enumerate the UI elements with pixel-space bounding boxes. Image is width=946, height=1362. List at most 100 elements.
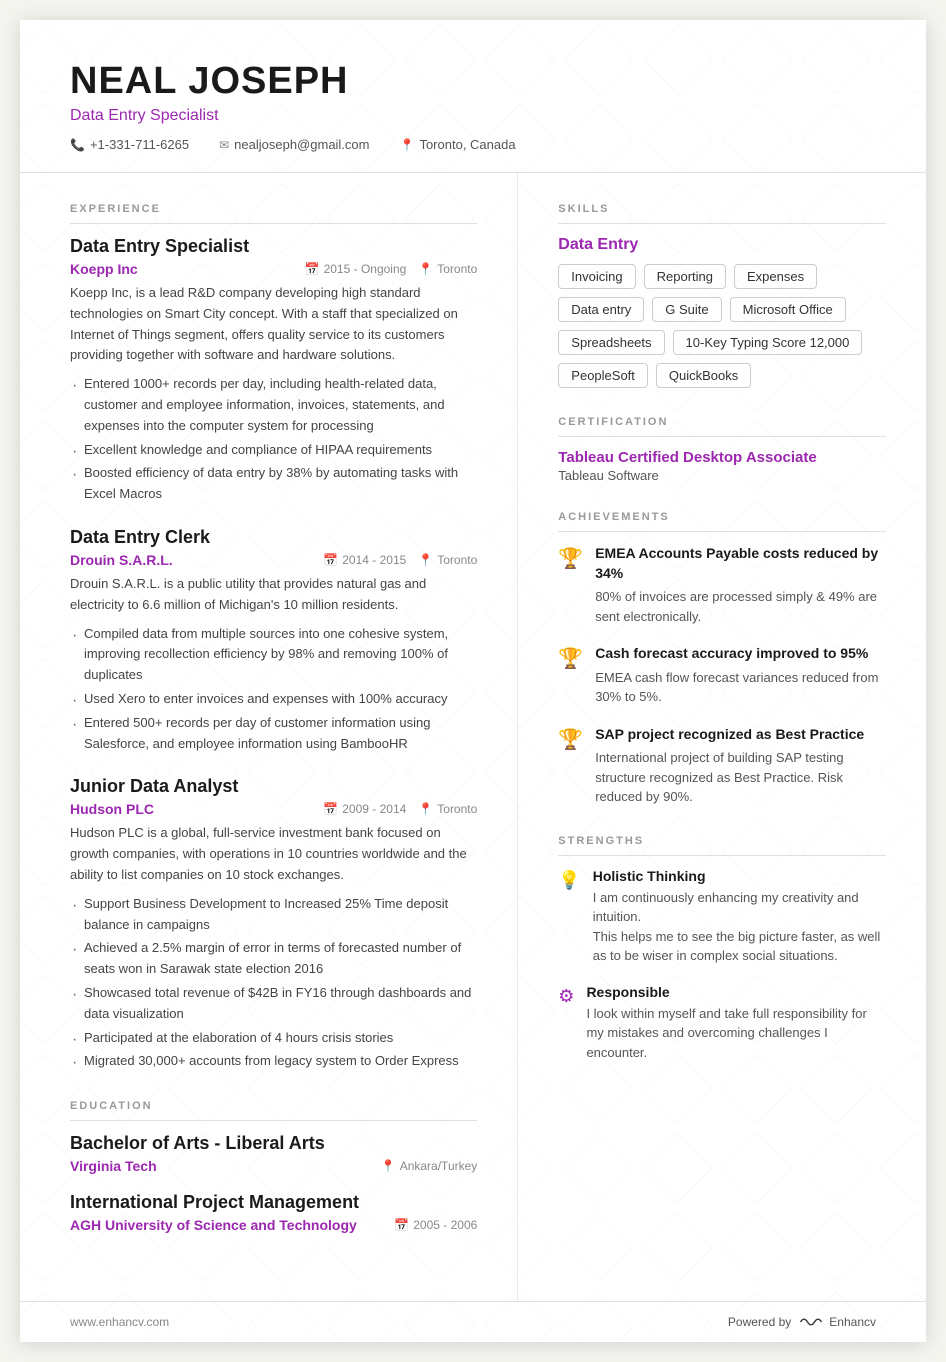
achievement-1-content: EMEA Accounts Payable costs reduced by 3… bbox=[595, 544, 886, 626]
edu-1-school: Virginia Tech bbox=[70, 1158, 157, 1174]
contact-row: 📞 +1-331-711-6265 ✉ nealjoseph@gmail.com… bbox=[70, 137, 876, 152]
skill-quickbooks: QuickBooks bbox=[656, 363, 751, 388]
cert-title: Tableau Certified Desktop Associate bbox=[558, 449, 886, 466]
certification-section-title: CERTIFICATION bbox=[558, 416, 886, 437]
strength-2: ⚙ Responsible I look within myself and t… bbox=[558, 984, 886, 1063]
edu-2-degree: International Project Management bbox=[70, 1192, 477, 1213]
powered-by-text: Powered by bbox=[728, 1315, 791, 1329]
achievement-2-content: Cash forecast accuracy improved to 95% E… bbox=[595, 644, 886, 707]
achievement-3-content: SAP project recognized as Best Practice … bbox=[595, 725, 886, 807]
job-1-location: 📍 Toronto bbox=[418, 262, 477, 276]
achievements-section: ACHIEVEMENTS 🏆 EMEA Accounts Payable cos… bbox=[558, 511, 886, 807]
skill-reporting: Reporting bbox=[644, 264, 726, 289]
strength-2-content: Responsible I look within myself and tak… bbox=[586, 984, 886, 1063]
calendar-icon-1: 📅 bbox=[305, 262, 320, 276]
job-1: Data Entry Specialist Koepp Inc 📅 2015 -… bbox=[70, 236, 477, 505]
email-icon: ✉ bbox=[219, 138, 229, 152]
skills-section: SKILLS Data Entry Invoicing Reporting Ex… bbox=[558, 203, 886, 388]
job-1-period: 📅 2015 - Ongoing bbox=[305, 262, 407, 276]
edu-1-degree: Bachelor of Arts - Liberal Arts bbox=[70, 1133, 477, 1154]
trophy-icon-2: 🏆 bbox=[558, 646, 583, 707]
achievement-2: 🏆 Cash forecast accuracy improved to 95%… bbox=[558, 644, 886, 707]
education-section-title: EDUCATION bbox=[70, 1100, 477, 1121]
certification-section: CERTIFICATION Tableau Certified Desktop … bbox=[558, 416, 886, 483]
brand-name: Enhancv bbox=[829, 1315, 876, 1329]
calendar-icon-edu2: 📅 bbox=[394, 1218, 409, 1232]
gear-person-icon: ⚙ bbox=[558, 986, 574, 1063]
education-section: EDUCATION Bachelor of Arts - Liberal Art… bbox=[70, 1100, 477, 1233]
bullet-item: Entered 1000+ records per day, including… bbox=[70, 374, 477, 436]
job-2-company: Drouin S.A.R.L. bbox=[70, 552, 173, 568]
bullet-item: Boosted efficiency of data entry by 38% … bbox=[70, 463, 477, 505]
location-icon-1: 📍 bbox=[418, 262, 433, 276]
job-3-period: 📅 2009 - 2014 bbox=[323, 802, 406, 816]
job-1-company-row: Koepp Inc 📅 2015 - Ongoing 📍 Toronto bbox=[70, 261, 477, 277]
resume-document: NEAL JOSEPH Data Entry Specialist 📞 +1-3… bbox=[20, 20, 926, 1342]
job-2-location: 📍 Toronto bbox=[418, 553, 477, 567]
skill-gsuite: G Suite bbox=[652, 297, 721, 322]
trophy-icon-3: 🏆 bbox=[558, 727, 583, 807]
candidate-title: Data Entry Specialist bbox=[70, 107, 876, 125]
location-icon-3: 📍 bbox=[418, 802, 433, 816]
edu-1: Bachelor of Arts - Liberal Arts Virginia… bbox=[70, 1133, 477, 1174]
bullet-item: Migrated 30,000+ accounts from legacy sy… bbox=[70, 1051, 477, 1072]
email-value: nealjoseph@gmail.com bbox=[234, 137, 369, 152]
job-3-bullets: Support Business Development to Increase… bbox=[70, 894, 477, 1072]
skills-section-title: SKILLS bbox=[558, 203, 886, 224]
strength-1-title: Holistic Thinking bbox=[593, 868, 886, 884]
location-contact: 📍 Toronto, Canada bbox=[400, 137, 516, 152]
job-3-title: Junior Data Analyst bbox=[70, 776, 477, 797]
skill-peoplesoft: PeopleSoft bbox=[558, 363, 648, 388]
achievement-1: 🏆 EMEA Accounts Payable costs reduced by… bbox=[558, 544, 886, 626]
job-1-company: Koepp Inc bbox=[70, 261, 138, 277]
job-3-location: 📍 Toronto bbox=[418, 802, 477, 816]
achievement-1-title: EMEA Accounts Payable costs reduced by 3… bbox=[595, 544, 886, 583]
lightbulb-icon: 💡 bbox=[558, 870, 580, 966]
achievements-section-title: ACHIEVEMENTS bbox=[558, 511, 886, 532]
job-2-description: Drouin S.A.R.L. is a public utility that… bbox=[70, 574, 477, 616]
left-column: EXPERIENCE Data Entry Specialist Koepp I… bbox=[20, 173, 518, 1301]
main-body: EXPERIENCE Data Entry Specialist Koepp I… bbox=[20, 173, 926, 1301]
experience-section-title: EXPERIENCE bbox=[70, 203, 477, 224]
calendar-icon-3: 📅 bbox=[323, 802, 338, 816]
job-2-bullets: Compiled data from multiple sources into… bbox=[70, 624, 477, 755]
cert-org: Tableau Software bbox=[558, 468, 886, 483]
job-3-description: Hudson PLC is a global, full-service inv… bbox=[70, 823, 477, 885]
experience-section: EXPERIENCE Data Entry Specialist Koepp I… bbox=[70, 203, 477, 1072]
job-2-company-row: Drouin S.A.R.L. 📅 2014 - 2015 📍 Toronto bbox=[70, 552, 477, 568]
skills-grid: Invoicing Reporting Expenses Data entry … bbox=[558, 264, 886, 388]
location-value: Toronto, Canada bbox=[419, 137, 515, 152]
bullet-item: Participated at the elaboration of 4 hou… bbox=[70, 1028, 477, 1049]
edu-2-period: 📅 2005 - 2006 bbox=[394, 1218, 477, 1232]
email-contact: ✉ nealjoseph@gmail.com bbox=[219, 137, 369, 152]
trophy-icon-1: 🏆 bbox=[558, 546, 583, 626]
edu-1-row: Virginia Tech 📍 Ankara/Turkey bbox=[70, 1158, 477, 1174]
location-icon-2: 📍 bbox=[418, 553, 433, 567]
edu-2: International Project Management AGH Uni… bbox=[70, 1192, 477, 1233]
skill-invoicing: Invoicing bbox=[558, 264, 635, 289]
bullet-item: Showcased total revenue of $42B in FY16 … bbox=[70, 983, 477, 1025]
achievement-1-desc: 80% of invoices are processed simply & 4… bbox=[595, 587, 886, 626]
job-1-meta: 📅 2015 - Ongoing 📍 Toronto bbox=[305, 262, 478, 276]
location-icon: 📍 bbox=[400, 138, 415, 152]
achievement-2-title: Cash forecast accuracy improved to 95% bbox=[595, 644, 886, 664]
phone-icon: 📞 bbox=[70, 138, 85, 152]
strength-1: 💡 Holistic Thinking I am continuously en… bbox=[558, 868, 886, 966]
achievement-3: 🏆 SAP project recognized as Best Practic… bbox=[558, 725, 886, 807]
footer-website: www.enhancv.com bbox=[70, 1315, 169, 1329]
bullet-item: Achieved a 2.5% margin of error in terms… bbox=[70, 938, 477, 980]
skill-10key: 10-Key Typing Score 12,000 bbox=[673, 330, 863, 355]
bullet-item: Entered 500+ records per day of customer… bbox=[70, 713, 477, 755]
achievement-3-desc: International project of building SAP te… bbox=[595, 748, 886, 807]
right-column: SKILLS Data Entry Invoicing Reporting Ex… bbox=[518, 173, 926, 1301]
bullet-item: Compiled data from multiple sources into… bbox=[70, 624, 477, 686]
calendar-icon-2: 📅 bbox=[323, 553, 338, 567]
edu-1-location: 📍 Ankara/Turkey bbox=[381, 1159, 478, 1173]
job-2: Data Entry Clerk Drouin S.A.R.L. 📅 2014 … bbox=[70, 527, 477, 754]
strength-1-desc: I am continuously enhancing my creativit… bbox=[593, 888, 886, 966]
bullet-item: Excellent knowledge and compliance of HI… bbox=[70, 440, 477, 461]
phone-value: +1-331-711-6265 bbox=[90, 137, 189, 152]
resume-content: NEAL JOSEPH Data Entry Specialist 📞 +1-3… bbox=[20, 20, 926, 1342]
skill-data-entry: Data entry bbox=[558, 297, 644, 322]
skill-expenses: Expenses bbox=[734, 264, 817, 289]
